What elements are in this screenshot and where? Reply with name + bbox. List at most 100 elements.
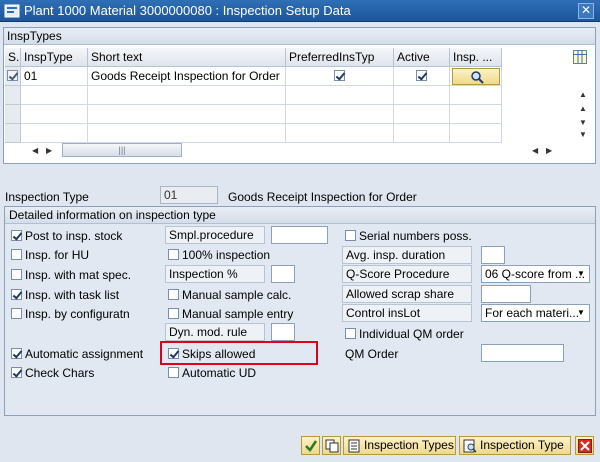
empty-cell (88, 105, 286, 124)
inspection-type-button-label: Inspection Type (480, 438, 564, 452)
row-selector[interactable] (5, 124, 21, 143)
insp-for-hu-checkbox[interactable] (11, 249, 22, 260)
insp-with-mat-spec-checkbox[interactable] (11, 269, 22, 280)
avg-insp-duration-label: Avg. insp. duration (342, 246, 472, 264)
magnifier-icon (471, 71, 484, 84)
empty-cell (88, 86, 286, 105)
empty-cell (394, 86, 450, 105)
row-selector[interactable] (5, 86, 21, 105)
empty-cell (286, 105, 394, 124)
row-selected-checkbox[interactable] (7, 70, 18, 81)
close-icon[interactable]: ✕ (578, 3, 594, 19)
preferred-checkbox[interactable] (334, 70, 345, 81)
column-header-short-text[interactable]: Short text (88, 48, 286, 67)
magnifier-icon (463, 439, 477, 453)
qm-order-input[interactable] (481, 344, 564, 362)
inspection-detail-button[interactable] (452, 68, 500, 85)
empty-cell (21, 105, 88, 124)
copy-button[interactable] (322, 436, 341, 455)
post-to-insp-stock-checkbox[interactable] (11, 230, 22, 241)
control-inslot-label: Control insLot (342, 304, 472, 322)
empty-cell (21, 86, 88, 105)
dyn-mod-rule-label: Dyn. mod. rule (165, 323, 265, 341)
q-score-procedure-dropdown[interactable]: 06 Q-score from ... ▼ (481, 265, 590, 283)
row-selector[interactable] (5, 67, 21, 86)
smpl-procedure-input[interactable] (271, 226, 328, 244)
scroll-down-arrow[interactable]: ▼ (579, 130, 587, 139)
q-score-procedure-label: Q-Score Procedure (342, 265, 472, 283)
column-header-select[interactable]: S.. (5, 48, 21, 67)
qm-order-label: QM Order (345, 347, 399, 361)
inspection-types-button[interactable]: Inspection Types (343, 436, 456, 455)
inspection-pct-input[interactable] (271, 265, 295, 283)
empty-cell (450, 105, 502, 124)
row-selector[interactable] (5, 105, 21, 124)
table-caption: InspTypes (4, 28, 595, 45)
column-header-active[interactable]: Active (394, 48, 450, 67)
table-settings-icon[interactable] (573, 50, 587, 64)
automatic-ud-label: Automatic UD (182, 366, 257, 380)
insp-with-task-list-checkbox[interactable] (11, 289, 22, 300)
smpl-procedure-label: Smpl.procedure (165, 226, 265, 244)
scroll-right-arrow[interactable]: ▶ (46, 146, 52, 155)
empty-cell (286, 86, 394, 105)
control-inslot-dropdown[interactable]: For each materi... ▼ (481, 304, 590, 322)
column-header-insp[interactable]: Insp. ... (450, 48, 502, 67)
inspection-type-button[interactable]: Inspection Type (459, 436, 571, 455)
scroll-up-page-arrow[interactable]: ▲ (579, 104, 587, 113)
scroll-left-arrow[interactable]: ◀ (32, 146, 38, 155)
manual-sample-entry-checkbox[interactable] (168, 308, 179, 319)
sap-window-icon (4, 4, 20, 18)
cancel-button[interactable] (575, 436, 594, 455)
active-checkbox[interactable] (416, 70, 427, 81)
dyn-mod-rule-input[interactable] (271, 323, 295, 341)
window-title: Plant 1000 Material 3000000080 : Inspect… (24, 3, 351, 18)
insp-by-configuratn-checkbox[interactable] (11, 308, 22, 319)
cell-preferred (286, 67, 394, 86)
manual-sample-calc-checkbox[interactable] (168, 289, 179, 300)
column-header-preferred[interactable]: PreferredInsTyp (286, 48, 394, 67)
automatic-assignment-label: Automatic assignment (25, 347, 144, 361)
highlight-annotation-box (160, 341, 318, 365)
horizontal-scroll-thumb[interactable]: ||| (62, 143, 182, 157)
insp-with-mat-spec-label: Insp. with mat spec. (25, 268, 132, 282)
inspection-type-label: Inspection Type (5, 190, 89, 204)
check-chars-checkbox[interactable] (11, 367, 22, 378)
automatic-ud-checkbox[interactable] (168, 367, 179, 378)
cell-insp-type[interactable]: 01 (21, 67, 88, 86)
scroll-right-arrow-end[interactable]: ▶ (546, 146, 552, 155)
column-header-insp-type[interactable]: InspType (21, 48, 88, 67)
allowed-scrap-share-label: Allowed scrap share (342, 285, 472, 303)
control-inslot-value: For each materi... (485, 306, 580, 320)
inspection-pct-label: Inspection % (165, 265, 265, 283)
scroll-left-arrow-end[interactable]: ◀ (532, 146, 538, 155)
chevron-down-icon[interactable]: ▼ (575, 267, 587, 281)
checkmark-icon (305, 440, 318, 452)
empty-cell (394, 124, 450, 143)
q-score-procedure-value: 06 Q-score from ... (485, 267, 586, 281)
individual-qm-order-label: Individual QM order (359, 327, 464, 341)
continue-button[interactable] (301, 436, 320, 455)
individual-qm-order-checkbox[interactable] (345, 328, 356, 339)
100-pct-inspection-checkbox[interactable] (168, 249, 179, 260)
insp-for-hu-label: Insp. for HU (25, 248, 90, 262)
document-icon (348, 439, 360, 453)
inspection-type-field: 01 (160, 186, 218, 204)
chevron-down-icon[interactable]: ▼ (575, 306, 587, 320)
automatic-assignment-checkbox[interactable] (11, 348, 22, 359)
serial-numbers-checkbox[interactable] (345, 230, 356, 241)
scroll-up-arrow[interactable]: ▲ (579, 90, 587, 99)
cancel-icon (578, 439, 592, 453)
manual-sample-calc-label: Manual sample calc. (182, 288, 292, 302)
detail-group-title: Detailed information on inspection type (5, 207, 595, 224)
cell-short-text[interactable]: Goods Receipt Inspection for Order (88, 67, 286, 86)
cell-active (394, 67, 450, 86)
allowed-scrap-share-input[interactable] (481, 285, 531, 303)
avg-insp-duration-input[interactable] (481, 246, 505, 264)
empty-cell (286, 124, 394, 143)
check-chars-label: Check Chars (25, 366, 95, 380)
manual-sample-entry-label: Manual sample entry (182, 307, 294, 321)
serial-numbers-label: Serial numbers poss. (359, 229, 472, 243)
insp-by-configuratn-label: Insp. by configuratn (25, 307, 130, 321)
scroll-down-page-arrow[interactable]: ▼ (579, 118, 587, 127)
